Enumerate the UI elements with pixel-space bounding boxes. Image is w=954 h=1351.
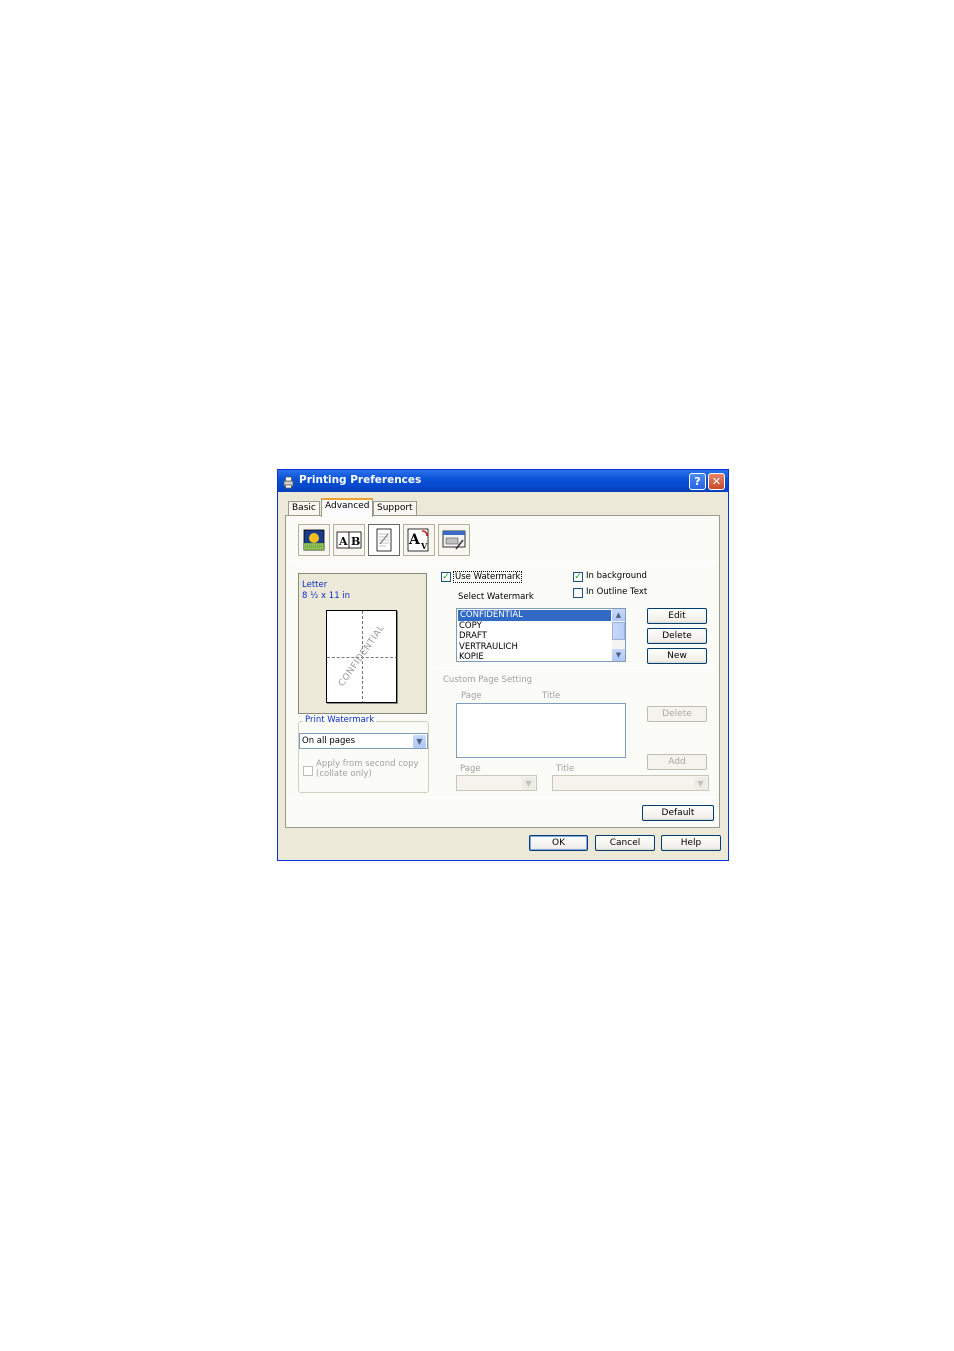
watermark-icon bbox=[376, 528, 392, 552]
watermark-list-item[interactable]: KOPIE bbox=[457, 652, 611, 663]
color-quality-button[interactable] bbox=[298, 524, 330, 556]
default-button[interactable]: Default bbox=[642, 805, 714, 821]
tab-advanced[interactable]: Advanced bbox=[321, 498, 374, 517]
top-separator bbox=[291, 561, 716, 562]
device-options-icon bbox=[442, 530, 466, 550]
font-substitution-icon: A V bbox=[407, 528, 429, 552]
custom-title-select[interactable]: ▼ bbox=[552, 775, 709, 791]
printer-icon bbox=[282, 474, 295, 489]
help-button[interactable]: Help bbox=[661, 835, 721, 851]
in-background-checkbox[interactable]: ✓ bbox=[573, 572, 583, 582]
select-watermark-label: Select Watermark bbox=[458, 592, 534, 602]
print-watermark-group bbox=[298, 721, 429, 793]
scroll-down-icon[interactable]: ▼ bbox=[612, 649, 625, 661]
page-preview: Letter 8 ½ x 11 in CONFIDENTIAL bbox=[298, 573, 427, 714]
in-background-label[interactable]: In background bbox=[586, 571, 647, 581]
watermark-list-item[interactable]: COPY bbox=[457, 621, 611, 632]
printing-preferences-dialog: Printing Preferences ? ✕ Basic Advanced … bbox=[277, 469, 729, 861]
question-icon: ? bbox=[694, 475, 701, 488]
tab-basic[interactable]: Basic bbox=[288, 501, 320, 516]
title-bar[interactable]: Printing Preferences ? ✕ bbox=[278, 470, 728, 492]
duplex-button[interactable]: A B bbox=[333, 524, 365, 556]
custom-page-list[interactable] bbox=[456, 703, 626, 758]
chevron-down-icon[interactable]: ▼ bbox=[413, 735, 426, 748]
delete-watermark-button[interactable]: Delete bbox=[647, 628, 707, 644]
paper-name: Letter bbox=[302, 580, 328, 590]
chevron-down-icon[interactable]: ▼ bbox=[522, 777, 535, 790]
bottom-separator bbox=[291, 797, 716, 798]
in-outline-text-checkbox[interactable] bbox=[573, 588, 583, 598]
ok-button[interactable]: OK bbox=[529, 835, 588, 851]
print-watermark-label: Print Watermark bbox=[303, 715, 377, 725]
in-outline-text-label[interactable]: In Outline Text bbox=[586, 587, 647, 597]
close-icon: ✕ bbox=[711, 475, 722, 488]
use-watermark-checkbox[interactable]: ✓ bbox=[441, 572, 451, 582]
tab-support[interactable]: Support bbox=[373, 501, 417, 516]
svg-text:V: V bbox=[420, 541, 428, 551]
watermark-button[interactable] bbox=[368, 524, 400, 556]
print-watermark-select[interactable]: On all pages ▼ bbox=[299, 733, 428, 749]
duplex-ab-icon: A B bbox=[336, 531, 362, 549]
svg-text:A: A bbox=[338, 535, 348, 548]
chevron-down-icon[interactable]: ▼ bbox=[694, 777, 707, 790]
apply-second-copy-text: Apply from second copy bbox=[316, 759, 419, 769]
print-watermark-value: On all pages bbox=[302, 736, 356, 746]
watermark-list-item[interactable]: CONFIDENTIAL bbox=[458, 610, 611, 621]
help-title-button[interactable]: ? bbox=[689, 473, 706, 490]
color-quality-icon bbox=[303, 529, 325, 551]
watermark-list-item[interactable]: DRAFT bbox=[457, 631, 611, 642]
collate-only-text: (collate only) bbox=[316, 769, 372, 779]
close-button[interactable]: ✕ bbox=[708, 473, 725, 490]
paper-size: 8 ½ x 11 in bbox=[302, 591, 351, 601]
window-title: Printing Preferences bbox=[299, 474, 422, 486]
edit-watermark-button[interactable]: Edit bbox=[647, 608, 707, 624]
svg-text:B: B bbox=[351, 535, 360, 548]
custom-page-field-label: Page bbox=[460, 764, 481, 774]
font-substitution-button[interactable]: A V bbox=[403, 524, 435, 556]
watermark-list[interactable]: CONFIDENTIAL COPY DRAFT VERTRAULICH KOPI… bbox=[456, 608, 626, 662]
mid-separator bbox=[435, 667, 716, 668]
new-watermark-button[interactable]: New bbox=[647, 648, 707, 664]
apply-second-copy-label: Apply from second copy (collate only) bbox=[316, 759, 419, 779]
custom-title-header: Title bbox=[542, 691, 561, 701]
scroll-up-icon[interactable]: ▲ bbox=[612, 609, 625, 621]
custom-title-field-label: Title bbox=[556, 764, 575, 774]
device-options-button[interactable] bbox=[438, 524, 470, 556]
watermark-scrollbar[interactable]: ▲ ▼ bbox=[612, 609, 625, 661]
scroll-thumb[interactable] bbox=[612, 622, 625, 640]
custom-page-select[interactable]: ▼ bbox=[456, 775, 537, 791]
cancel-button[interactable]: Cancel bbox=[595, 835, 655, 851]
advanced-tab-panel: A B A V Letter 8 ½ x 11 in CONFIDENTIAL … bbox=[285, 515, 720, 828]
custom-page-header: Page bbox=[461, 691, 482, 701]
watermark-list-item[interactable]: VERTRAULICH bbox=[457, 642, 611, 653]
custom-add-button[interactable]: Add bbox=[647, 754, 707, 770]
svg-text:A: A bbox=[408, 532, 421, 548]
custom-delete-button[interactable]: Delete bbox=[647, 706, 707, 722]
custom-page-setting-label: Custom Page Setting bbox=[443, 675, 532, 685]
apply-second-copy-checkbox[interactable] bbox=[303, 766, 313, 776]
page-thumbnail: CONFIDENTIAL bbox=[326, 610, 397, 703]
use-watermark-label[interactable]: Use Watermark bbox=[453, 571, 523, 583]
